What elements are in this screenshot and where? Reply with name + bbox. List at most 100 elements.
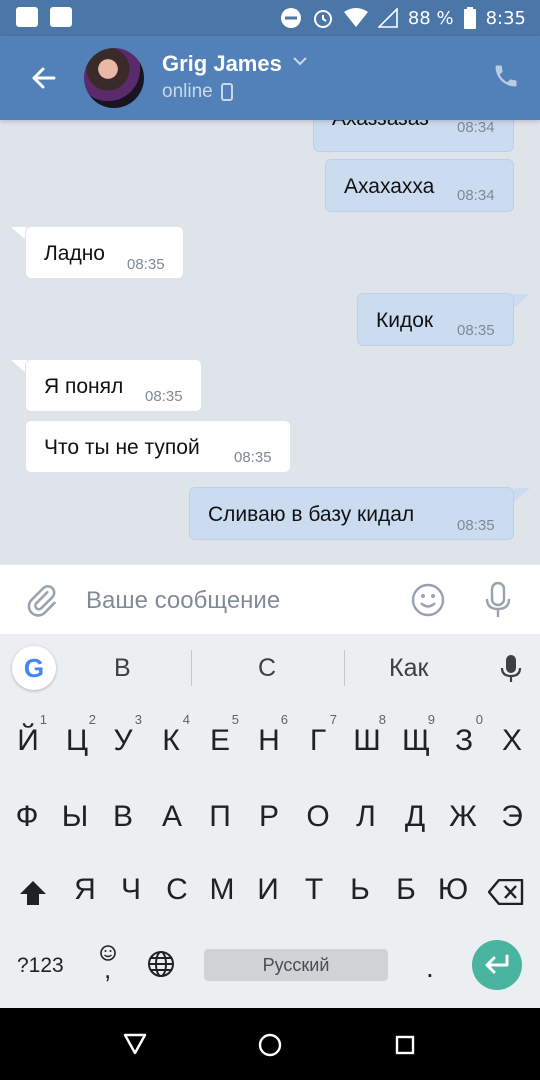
key-б[interactable]: Б bbox=[381, 860, 431, 920]
message-outgoing[interactable]: Сливаю в базу кидал 08:35 bbox=[189, 487, 514, 540]
key-а[interactable]: А bbox=[147, 787, 197, 847]
symbols-key[interactable]: ?123 bbox=[17, 954, 64, 978]
google-icon[interactable]: G bbox=[12, 646, 56, 690]
voice-input-icon[interactable] bbox=[500, 654, 522, 684]
key-т[interactable]: Т bbox=[289, 860, 339, 920]
chat-header: Grig James online bbox=[0, 36, 540, 120]
wifi-icon bbox=[343, 8, 368, 27]
battery-icon bbox=[463, 7, 476, 29]
key-е[interactable]: Е5 bbox=[195, 711, 245, 771]
status-text: online bbox=[162, 81, 213, 102]
message-outgoing[interactable]: Ахахахха 08:34 bbox=[325, 159, 514, 212]
key-с[interactable]: С bbox=[152, 860, 202, 920]
nav-home-icon[interactable] bbox=[258, 1033, 282, 1057]
key-к[interactable]: К4 bbox=[146, 711, 196, 771]
bubble-tail bbox=[514, 488, 530, 502]
suggestion-strip: G В С Как bbox=[0, 634, 540, 702]
message-incoming[interactable]: Ладно 08:35 bbox=[25, 226, 184, 279]
mobile-icon bbox=[220, 83, 233, 101]
attach-icon[interactable] bbox=[24, 583, 58, 617]
message-time: 08:35 bbox=[145, 388, 183, 405]
key-ч[interactable]: Ч bbox=[106, 860, 156, 920]
message-outgoing[interactable]: Ахаззазаз 08:34 bbox=[313, 120, 514, 152]
key-о[interactable]: О bbox=[293, 787, 343, 847]
clock: 8:35 bbox=[485, 7, 526, 29]
message-incoming[interactable]: Что ты не тупой 08:35 bbox=[25, 420, 291, 473]
key-з[interactable]: З0 bbox=[439, 711, 489, 771]
back-arrow-icon[interactable] bbox=[24, 58, 64, 98]
key-н[interactable]: Н6 bbox=[244, 711, 294, 771]
suggestion[interactable]: С bbox=[258, 654, 276, 683]
bubble-tail bbox=[514, 294, 530, 308]
message-time: 08:34 bbox=[457, 187, 495, 204]
navigation-bar bbox=[0, 1008, 540, 1080]
nav-recents-icon[interactable] bbox=[395, 1035, 415, 1055]
status-bar: 88 % 8:35 bbox=[0, 0, 540, 36]
key-л[interactable]: Л bbox=[341, 787, 391, 847]
shift-icon[interactable] bbox=[19, 880, 47, 906]
message-outgoing[interactable]: Кидок 08:35 bbox=[357, 293, 514, 346]
composer-bar: Ваше сообщение bbox=[0, 564, 540, 634]
image-notification-icon bbox=[50, 7, 72, 27]
key-я[interactable]: Я bbox=[60, 860, 110, 920]
key-щ[interactable]: Щ9 bbox=[391, 711, 441, 771]
message-text: Ладно bbox=[44, 242, 105, 265]
key-и[interactable]: И bbox=[243, 860, 293, 920]
key-э[interactable]: Э bbox=[487, 787, 537, 847]
key-д[interactable]: Д bbox=[390, 787, 440, 847]
period-key[interactable]: . bbox=[426, 952, 434, 984]
keyboard: G В С Как Й1 Ц2 У3 К4 Е5 Н6 Г7 Ш8 Щ9 З0 … bbox=[0, 634, 540, 1008]
message-text: Я понял bbox=[44, 375, 124, 398]
space-bar[interactable]: Русский bbox=[204, 949, 388, 981]
message-incoming[interactable]: Я понял 08:35 bbox=[25, 359, 202, 412]
message-text: Ахахахха bbox=[344, 175, 435, 198]
alarm-icon bbox=[313, 10, 332, 28]
divider bbox=[191, 650, 192, 686]
message-input[interactable]: Ваше сообщение bbox=[86, 587, 280, 615]
comma-key[interactable]: , bbox=[104, 954, 111, 985]
globe-icon[interactable] bbox=[147, 950, 175, 978]
message-text: Кидок bbox=[376, 309, 434, 332]
contact-name[interactable]: Grig James bbox=[162, 51, 282, 77]
message-text: Сливаю в базу кидал bbox=[208, 503, 415, 526]
chat-notification-icon bbox=[16, 7, 38, 27]
contact-status: online bbox=[162, 81, 233, 103]
enter-key[interactable] bbox=[472, 940, 522, 990]
key-п[interactable]: П bbox=[195, 787, 245, 847]
message-list[interactable]: Ахаззазаз 08:34 Ахахахха 08:34 Ладно 08:… bbox=[0, 120, 540, 564]
key-ы[interactable]: Ы bbox=[50, 787, 100, 847]
nav-back-icon[interactable] bbox=[123, 1033, 147, 1055]
message-time: 08:35 bbox=[234, 449, 272, 466]
key-г[interactable]: Г7 bbox=[293, 711, 343, 771]
message-time: 08:35 bbox=[457, 322, 495, 339]
message-time: 08:35 bbox=[127, 256, 165, 273]
key-в[interactable]: В bbox=[98, 787, 148, 847]
dnd-icon bbox=[280, 8, 301, 28]
key-у[interactable]: У3 bbox=[98, 711, 148, 771]
avatar[interactable] bbox=[84, 48, 144, 108]
key-р[interactable]: Р bbox=[244, 787, 294, 847]
message-time: 08:35 bbox=[457, 517, 495, 534]
key-ю[interactable]: Ю bbox=[428, 860, 478, 920]
suggestion[interactable]: В bbox=[114, 654, 131, 683]
key-ж[interactable]: Ж bbox=[438, 787, 488, 847]
backspace-icon[interactable] bbox=[488, 879, 524, 905]
key-ф[interactable]: Ф bbox=[2, 787, 52, 847]
key-м[interactable]: М bbox=[197, 860, 247, 920]
microphone-icon[interactable] bbox=[482, 581, 514, 619]
divider bbox=[344, 650, 345, 686]
key-й[interactable]: Й1 bbox=[3, 711, 53, 771]
message-text: Что ты не тупой bbox=[44, 436, 200, 459]
chevron-down-icon[interactable] bbox=[292, 56, 308, 66]
message-text: Ахаззазаз bbox=[332, 120, 429, 131]
battery-percent: 88 % bbox=[407, 7, 454, 29]
key-ь[interactable]: Ь bbox=[335, 860, 385, 920]
key-ш[interactable]: Ш8 bbox=[342, 711, 392, 771]
enter-icon bbox=[485, 954, 509, 974]
key-х[interactable]: Х bbox=[487, 711, 537, 771]
suggestion[interactable]: Как bbox=[389, 654, 428, 683]
signal-icon bbox=[377, 8, 398, 28]
key-ц[interactable]: Ц2 bbox=[52, 711, 102, 771]
emoji-icon[interactable] bbox=[411, 583, 445, 617]
phone-call-icon[interactable] bbox=[492, 62, 520, 90]
